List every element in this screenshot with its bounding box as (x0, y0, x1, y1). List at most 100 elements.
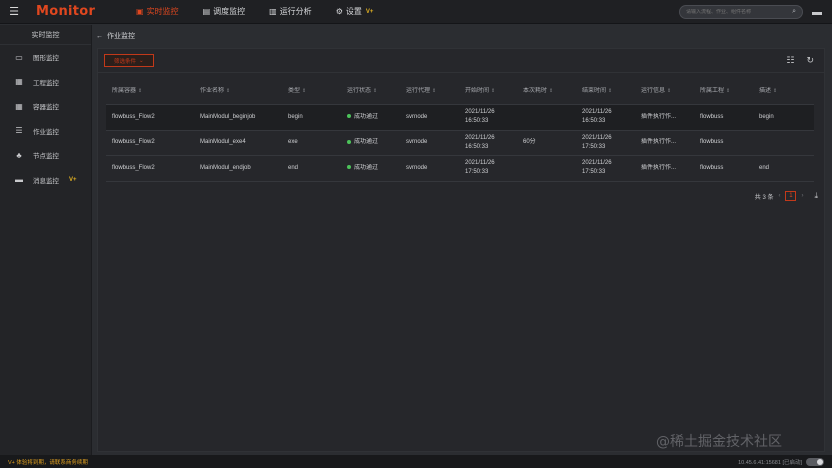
sort-icon: ⇕ (226, 88, 231, 94)
sidebar-item-project-monitor[interactable]: ▦ 工程监控 (0, 70, 91, 95)
message-icon: ▬ (15, 175, 23, 185)
sort-icon: ⇕ (549, 88, 554, 94)
column-header[interactable]: 本次耗时 ⇕ (517, 87, 576, 96)
search-box: ⌕ (679, 5, 803, 19)
column-header[interactable]: 所属工程 ⇕ (694, 87, 753, 96)
cell-run-info: 插件执行作... (641, 164, 677, 171)
sort-icon: ⇕ (773, 88, 778, 94)
next-page-icon[interactable]: › (801, 193, 803, 199)
column-header[interactable]: 结束时间 ⇕ (576, 87, 635, 96)
column-header[interactable]: 运行状态 ⇕ (341, 87, 400, 96)
sidebar: 实时监控 ▭ 图形监控 ▦ 工程监控 ▦ 容器监控 ☰ 作业监控 ♣ 节点监控 … (0, 25, 92, 455)
cell-job-name: MainModul_endjob (200, 164, 251, 171)
sidebar-item-message-monitor[interactable]: ▬ 消息监控 V+ (0, 168, 91, 193)
nav-label: 运行分析 (279, 7, 312, 16)
column-header[interactable]: 开始时间 ⇕ (459, 87, 517, 96)
cell-container: flowbuss_Flow2 (112, 113, 155, 120)
page-number[interactable]: 1 (785, 191, 797, 201)
cell-type: begin (288, 113, 303, 120)
analysis-icon: ▥ (269, 7, 277, 16)
panel-toolbar: 筛选条件 ⌄ ☷ ↻ (98, 49, 824, 73)
cell-agent: svrnode (406, 164, 428, 171)
status-dot (347, 139, 351, 144)
sidebar-item-label: 节点监控 (33, 153, 59, 161)
sidebar-title: 实时监控 (0, 25, 91, 45)
filter-label: 筛选条件 (114, 58, 137, 65)
project-icon: ▦ (15, 77, 23, 87)
download-icon[interactable]: ⤓ (814, 191, 818, 201)
cell-project: flowbuss (700, 113, 724, 120)
sort-icon: ⇕ (432, 88, 437, 94)
table-row[interactable]: flowbuss_Flow2 MainModul_endjob end 成功通过… (106, 156, 814, 182)
column-header[interactable]: 运行代理 ⇕ (400, 87, 459, 96)
nav-realtime-monitor[interactable]: ▣ 实时监控 (124, 0, 191, 24)
nav-settings[interactable]: ⚙ 设置 V+ (324, 0, 386, 24)
footer-bar: V+ 体验将到期，请联系商务续期 10.45.6.41:15681 [已启动] (0, 455, 832, 468)
sort-icon: ⇕ (726, 88, 731, 94)
column-settings-icon[interactable]: ☷ (786, 55, 794, 66)
monitor-icon: ▣ (136, 7, 144, 16)
table-row[interactable]: flowbuss_Flow2 MainModul_exe4 exe 成功通过 s… (106, 131, 814, 156)
sort-icon: ⇕ (302, 88, 307, 94)
search-icon[interactable]: ⌕ (792, 8, 796, 16)
nav-schedule-monitor[interactable]: ▤ 调度监控 (191, 0, 258, 24)
cell-project: flowbuss (700, 139, 724, 146)
sidebar-item-node-monitor[interactable]: ♣ 节点监控 (0, 143, 91, 168)
message-icon[interactable]: ▬ (810, 5, 824, 19)
sort-icon: ⇕ (138, 88, 143, 94)
column-header[interactable]: 作业名称 ⇕ (194, 87, 282, 96)
server-toggle[interactable] (806, 457, 824, 466)
cell-description: end (759, 164, 770, 171)
chevron-down-icon: ⌄ (139, 57, 144, 64)
status-dot (347, 114, 351, 119)
column-header[interactable]: 所属容器 ⇕ (106, 87, 194, 96)
status-dot (347, 165, 351, 170)
sidebar-item-graph-monitor[interactable]: ▭ 图形监控 (0, 45, 91, 70)
footer-status: 10.45.6.41:15681 [已启动] (738, 457, 824, 466)
sidebar-item-label: 工程监控 (33, 79, 59, 87)
server-info: 10.45.6.41:15681 [已启动] (738, 459, 802, 466)
schedule-icon: ▤ (202, 7, 211, 16)
cell-agent: svrnode (406, 139, 428, 146)
sidebar-item-label: 消息监控 (33, 177, 59, 185)
cell-job-name: MainModul_beginjob (200, 113, 256, 120)
cell-run-info: 插件执行作... (641, 113, 677, 120)
nav-label: 实时监控 (146, 7, 179, 16)
column-header[interactable]: 运行信息 ⇕ (635, 87, 694, 96)
cell-container: flowbuss_Flow2 (112, 139, 155, 146)
list-icon: ☰ (15, 126, 23, 136)
menu-icon[interactable]: ☰ (0, 0, 28, 24)
total-count: 共 3 条 (754, 194, 774, 201)
cell-start-time: 2021/11/26 16:50:33 (465, 134, 495, 150)
nav-run-analysis[interactable]: ▥ 运行分析 (257, 0, 324, 24)
cell-type: end (288, 164, 299, 171)
refresh-icon[interactable]: ↻ (806, 55, 814, 66)
sort-icon: ⇕ (608, 88, 613, 94)
cell-job-name: MainModul_exe4 (200, 139, 246, 146)
cell-type: exe (288, 139, 298, 146)
cell-agent: svrnode (406, 113, 428, 120)
sort-icon: ⇕ (667, 88, 672, 94)
cell-status: 成功通过 (341, 138, 400, 147)
top-bar: ☰ Monitor ▣ 实时监控 ▤ 调度监控 ▥ 运行分析 ⚙ 设置 V+ ⌕… (0, 0, 832, 24)
cell-start-time: 2021/11/26 17:50:33 (465, 160, 495, 176)
container-icon: ▦ (15, 101, 23, 111)
node-icon: ♣ (16, 150, 22, 160)
sidebar-item-container-monitor[interactable]: ▦ 容器监控 (0, 94, 91, 119)
prev-page-icon[interactable]: ‹ (778, 193, 780, 199)
column-header[interactable]: 描述 ⇕ (753, 87, 812, 96)
sort-icon: ⇕ (373, 88, 378, 94)
cell-project: flowbuss (700, 164, 724, 171)
column-header[interactable]: 类型 ⇕ (282, 87, 341, 96)
top-nav: ▣ 实时监控 ▤ 调度监控 ▥ 运行分析 ⚙ 设置 V+ (124, 0, 385, 24)
search-input[interactable] (686, 9, 786, 15)
cell-status: 成功通过 (341, 164, 400, 173)
cell-end-time: 2021/11/26 17:50:33 (582, 160, 612, 176)
cell-duration: 60分 (523, 139, 536, 146)
sidebar-item-job-monitor[interactable]: ☰ 作业监控 (0, 119, 91, 144)
filter-button[interactable]: 筛选条件 ⌄ (104, 54, 154, 67)
table-row[interactable]: flowbuss_Flow2 MainModul_beginjob begin … (106, 105, 814, 131)
tool-icons: ☷ ↻ (786, 55, 818, 66)
back-arrow-icon[interactable]: ← (96, 33, 103, 40)
cell-end-time: 2021/11/26 16:50:33 (582, 109, 612, 125)
